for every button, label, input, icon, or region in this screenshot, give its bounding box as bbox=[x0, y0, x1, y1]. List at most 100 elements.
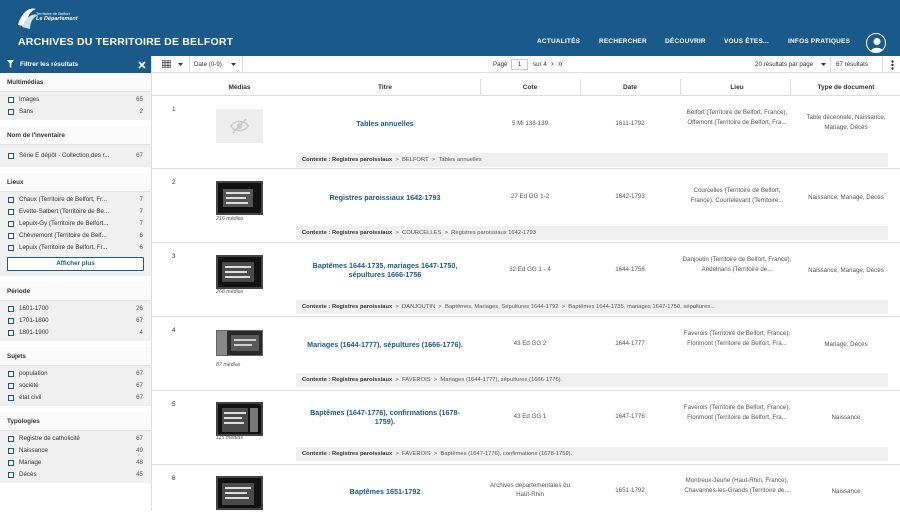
table-row[interactable]: 2 216 médias Registres paroissiaux 1642-… bbox=[152, 170, 900, 243]
record-title-link[interactable]: Baptêmes (1647-1776), confirmations (167… bbox=[300, 408, 470, 426]
facet-item[interactable]: société 67 bbox=[0, 380, 151, 392]
context-link[interactable]: FAVEROIS bbox=[402, 377, 431, 383]
nav-rechercher[interactable]: RECHERCHER bbox=[599, 38, 647, 45]
facet-item[interactable]: Chaux (Territoire de Belfort, Fr... 7 bbox=[0, 194, 151, 206]
context-link[interactable]: COURCELLES bbox=[402, 230, 441, 236]
last-page-icon[interactable]: » bbox=[558, 59, 562, 68]
record-lieu: Belfort (Territoire de Belfort, France),… bbox=[686, 109, 788, 126]
facet-item[interactable]: état civil 67 bbox=[0, 392, 151, 404]
per-page-chevron-icon[interactable] bbox=[821, 63, 826, 66]
grid-view-icon[interactable] bbox=[162, 60, 171, 68]
context-link[interactable]: Registres paroissiaux 1642-1793 bbox=[451, 230, 536, 236]
checkbox[interactable] bbox=[8, 233, 14, 239]
nav-infos-pratiques[interactable]: INFOS PRATIQUES bbox=[788, 38, 850, 45]
col-date[interactable]: Date bbox=[582, 84, 678, 91]
context-link[interactable]: Baptêmes 1644-1735, mariages 1647-1750, … bbox=[568, 304, 715, 310]
media-thumbnail[interactable] bbox=[216, 476, 263, 510]
checkbox[interactable] bbox=[8, 448, 14, 454]
facet-item[interactable]: Chèvremont (Territoire de Belf... 6 bbox=[0, 230, 151, 242]
col-titre[interactable]: Titre bbox=[300, 84, 470, 91]
facet-item[interactable]: Mariage 48 bbox=[0, 457, 151, 469]
sort-chevron-icon[interactable] bbox=[231, 63, 236, 66]
more-options-icon[interactable] bbox=[891, 60, 894, 70]
context-link[interactable]: Baptêmes, Mariages, Sépultures 1644-1792 bbox=[445, 304, 558, 310]
facet-item[interactable]: Lepuix (Territoire de Belfort, Fr... 6 bbox=[0, 242, 151, 254]
table-row[interactable]: 4 87 médias Mariages (1644-1777), sépult… bbox=[152, 318, 900, 391]
facet-item[interactable]: 1701-1800 67 bbox=[0, 315, 151, 327]
per-page-select[interactable]: 20 résultats par page bbox=[755, 61, 813, 68]
nav-decouvrir[interactable]: DÉCOUVRIR bbox=[665, 38, 706, 45]
nav-actualites[interactable]: ACTUALITÉS bbox=[537, 38, 580, 45]
nav-vous-etes[interactable]: VOUS ÊTES... bbox=[724, 38, 769, 45]
context-link[interactable]: BELFORT bbox=[402, 157, 429, 163]
checkbox[interactable] bbox=[8, 395, 14, 401]
context-link[interactable]: Baptêmes (1647-1776), confirmations (167… bbox=[440, 451, 572, 457]
facet-item[interactable]: Registre de catholicité 67 bbox=[0, 433, 151, 445]
facet-item[interactable]: Naissance 49 bbox=[0, 445, 151, 457]
facet-title: Période bbox=[0, 282, 151, 301]
facet-title: Typologies bbox=[0, 412, 151, 431]
row-number: 5 bbox=[172, 401, 176, 408]
col-type[interactable]: Type de document bbox=[802, 84, 890, 91]
context-label: Contexte : Registres paroissiaux bbox=[302, 230, 393, 236]
media-thumbnail[interactable] bbox=[216, 181, 263, 215]
show-more-button[interactable]: Afficher plus bbox=[7, 257, 144, 271]
record-cote: 27 Ed GG 1-2 bbox=[510, 193, 550, 200]
close-icon[interactable] bbox=[138, 60, 146, 69]
table-row[interactable]: 3 268 médias Baptêmes 1644-1735, mariage… bbox=[152, 244, 900, 317]
checkbox[interactable] bbox=[8, 306, 14, 312]
context-link[interactable]: Mariages (1644-1777), sépultures (1666-1… bbox=[440, 377, 562, 383]
facet-item[interactable]: Série E dépôt - Collection des r... 67 bbox=[0, 150, 151, 162]
media-thumbnail[interactable] bbox=[216, 255, 263, 289]
checkbox[interactable] bbox=[8, 209, 14, 215]
record-title-link[interactable]: Tables annuelles bbox=[300, 119, 470, 128]
checkbox[interactable] bbox=[8, 153, 14, 159]
context-link[interactable]: FAVEROIS bbox=[402, 451, 431, 457]
context-link[interactable]: Tables annuelles bbox=[439, 157, 482, 163]
media-thumbnail[interactable] bbox=[216, 402, 263, 436]
checkbox[interactable] bbox=[8, 221, 14, 227]
record-title-link[interactable]: Mariages (1644-1777), sépultures (1666-1… bbox=[300, 340, 470, 349]
user-account-icon[interactable] bbox=[866, 33, 886, 53]
checkbox[interactable] bbox=[8, 197, 14, 203]
context-link[interactable]: DANJOUTIN bbox=[402, 304, 435, 310]
facet-item[interactable]: Sans 2 bbox=[0, 106, 151, 118]
checkbox[interactable] bbox=[8, 371, 14, 377]
table-row[interactable]: 5 115 médias Baptêmes (1647-1776), confi… bbox=[152, 392, 900, 465]
record-title-link[interactable]: Baptêmes 1644-1735, mariages 1647-1750, … bbox=[300, 261, 470, 279]
media-thumbnail[interactable] bbox=[216, 330, 263, 356]
facet-title: Sujets bbox=[0, 347, 151, 366]
facet-item[interactable]: population 67 bbox=[0, 368, 151, 380]
col-medias[interactable]: Médias bbox=[216, 84, 263, 91]
record-title-link[interactable]: Baptêmes 1651-1792 bbox=[300, 487, 470, 496]
site-title[interactable]: ARCHIVES DU TERRITOIRE DE BELFORT bbox=[18, 36, 233, 48]
col-lieu[interactable]: Lieu bbox=[682, 84, 792, 91]
facet-item[interactable]: 1801-1900 4 bbox=[0, 327, 151, 339]
col-cote[interactable]: Cote bbox=[482, 84, 578, 91]
table-row[interactable]: 1 Tables annuelles 5 Mi 138-139 1611-179… bbox=[152, 97, 900, 169]
facet-item[interactable]: Images 65 bbox=[0, 94, 151, 106]
facet-item[interactable]: 1601-1700 26 bbox=[0, 303, 151, 315]
checkbox[interactable] bbox=[8, 472, 14, 478]
checkbox[interactable] bbox=[8, 318, 14, 324]
checkbox[interactable] bbox=[8, 97, 14, 103]
checkbox[interactable] bbox=[8, 436, 14, 442]
table-row[interactable]: 6 Baptêmes 1651-1792 Archives départemen… bbox=[152, 466, 900, 516]
record-lieu: Montreux-Jeune (Haut-Rhin, France), Chav… bbox=[684, 477, 790, 494]
checkbox[interactable] bbox=[8, 330, 14, 336]
checkbox[interactable] bbox=[8, 109, 14, 115]
checkbox[interactable] bbox=[8, 245, 14, 251]
sort-select[interactable]: Date (0-9) bbox=[194, 61, 222, 68]
checkbox[interactable] bbox=[8, 460, 14, 466]
checkbox[interactable] bbox=[8, 383, 14, 389]
facet-item[interactable]: Evette-Salbert (Territoire de Be... 7 bbox=[0, 206, 151, 218]
page-input[interactable]: 1 bbox=[511, 59, 528, 70]
view-dropdown-chevron-icon[interactable] bbox=[178, 63, 183, 66]
next-page-icon[interactable]: › bbox=[551, 59, 554, 68]
facet-item[interactable]: Décès 45 bbox=[0, 469, 151, 481]
department-logo[interactable]: Territoire de Belfort Le Département bbox=[16, 5, 86, 31]
record-title-link[interactable]: Registres paroissiaux 1642-1793 bbox=[300, 193, 470, 202]
facet-label: Lepuix-Gy (Territoire de Belfort... bbox=[19, 220, 109, 227]
facet-count: 67 bbox=[136, 152, 143, 159]
facet-item[interactable]: Lepuix-Gy (Territoire de Belfort... 7 bbox=[0, 218, 151, 230]
